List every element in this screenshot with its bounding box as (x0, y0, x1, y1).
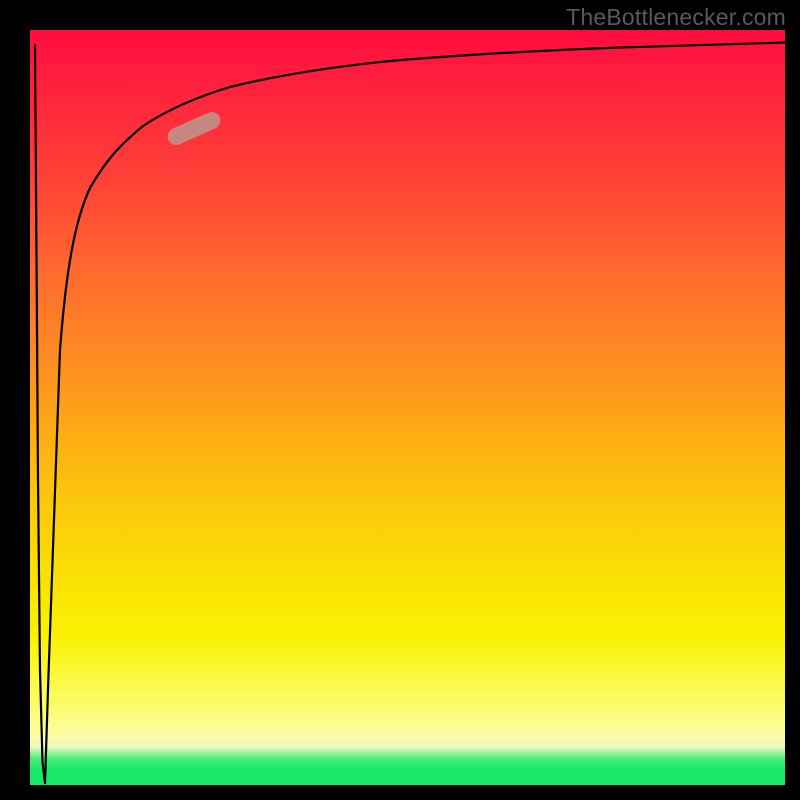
curve-highlight-marker (165, 109, 223, 147)
curve-layer (30, 30, 785, 785)
chart-plot-area (30, 30, 785, 785)
series-descending-spike (35, 45, 45, 783)
attribution-text: TheBottlenecker.com (566, 4, 786, 31)
chart-frame: TheBottlenecker.com (0, 0, 800, 800)
series-rising-saturation-curve (45, 43, 785, 784)
